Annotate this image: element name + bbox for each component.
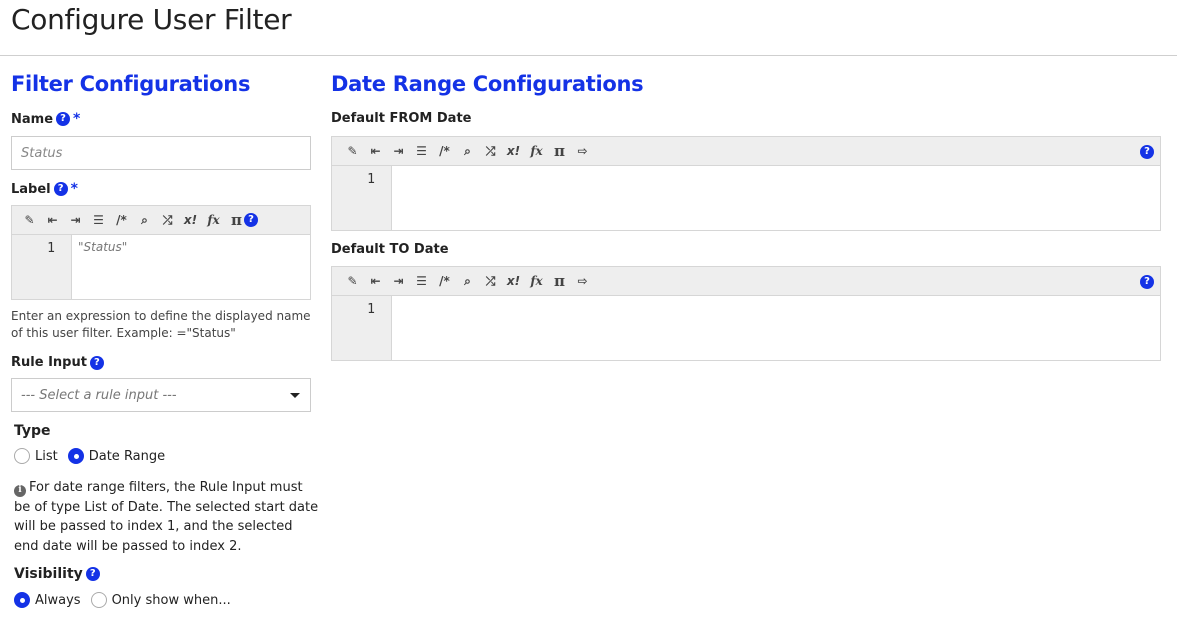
shuffle-icon[interactable]: ⤮ xyxy=(156,210,179,230)
type-option-list-label: List xyxy=(35,448,58,464)
exception-icon[interactable]: x! xyxy=(502,271,525,291)
radio-date-range[interactable] xyxy=(67,448,84,464)
editor-help-icon[interactable]: ? xyxy=(1140,275,1154,289)
date-range-configurations-heading: Date Range Configurations xyxy=(331,72,644,96)
visibility-option-always-label: Always xyxy=(35,592,81,608)
align-icon[interactable]: ☰ xyxy=(410,271,433,291)
comment-icon[interactable]: /* xyxy=(110,210,133,230)
exception-icon[interactable]: x! xyxy=(502,141,525,161)
type-option-list[interactable]: List xyxy=(14,448,58,464)
function-icon[interactable]: fx xyxy=(202,210,225,230)
visibility-label-text: Visibility xyxy=(14,566,83,582)
editor-toolbar: ✎ ⇤ ⇥ ☰ /* ⌕ ⤮ x! fx π ? xyxy=(12,206,310,235)
default-from-date-editor[interactable]: ✎ ⇤ ⇥ ☰ /* ⌕ ⤮ x! fx π ⇨ ? 1 xyxy=(331,136,1161,231)
default-to-date-editor[interactable]: ✎ ⇤ ⇥ ☰ /* ⌕ ⤮ x! fx π ⇨ ? 1 xyxy=(331,266,1161,361)
chevron-down-icon xyxy=(290,392,300,398)
rule-input-selected: --- Select a rule input --- xyxy=(21,387,177,403)
search-icon[interactable]: ⌕ xyxy=(456,141,479,161)
label-label-text: Label xyxy=(11,181,51,197)
constant-pi-icon[interactable]: π xyxy=(548,271,571,291)
rule-input-label: Rule Input ? xyxy=(11,355,104,370)
line-number: 1 xyxy=(332,296,392,360)
page-title: Configure User Filter xyxy=(11,3,292,36)
format-wand-icon[interactable]: ✎ xyxy=(18,210,41,230)
rule-input-dropdown[interactable]: --- Select a rule input --- xyxy=(11,378,311,412)
radio-always[interactable] xyxy=(14,592,30,608)
exception-icon[interactable]: x! xyxy=(179,210,202,230)
align-icon[interactable]: ☰ xyxy=(87,210,110,230)
indent-icon[interactable]: ⇥ xyxy=(387,141,410,161)
radio-only-show-when[interactable] xyxy=(90,592,107,608)
code-area[interactable]: "Status" xyxy=(72,235,310,299)
search-icon[interactable]: ⌕ xyxy=(133,210,156,230)
default-to-date-label: Default TO Date xyxy=(331,242,449,257)
type-info-message: i For date range filters, the Rule Input … xyxy=(14,478,319,556)
name-input[interactable] xyxy=(11,136,311,170)
indent-icon[interactable]: ⇥ xyxy=(387,271,410,291)
outdent-icon[interactable]: ⇤ xyxy=(41,210,64,230)
function-icon[interactable]: fx xyxy=(525,141,548,161)
help-icon[interactable]: ? xyxy=(89,355,104,370)
align-icon[interactable]: ☰ xyxy=(410,141,433,161)
function-icon[interactable]: fx xyxy=(525,271,548,291)
help-icon[interactable]: ? xyxy=(56,112,71,126)
visibility-option-only-show-when[interactable]: Only show when... xyxy=(90,592,231,608)
format-wand-icon[interactable]: ✎ xyxy=(341,141,364,161)
type-radio-group: List Date Range xyxy=(14,448,175,464)
shuffle-icon[interactable]: ⤮ xyxy=(479,141,502,161)
radio-list[interactable] xyxy=(14,448,30,464)
name-label-text: Name xyxy=(11,111,54,127)
editor-help-icon[interactable]: ? xyxy=(244,213,258,227)
search-icon[interactable]: ⌕ xyxy=(456,271,479,291)
line-number: 1 xyxy=(332,166,392,230)
rule-input-icon[interactable]: ⇨ xyxy=(571,271,594,291)
label-hint: Enter an expression to define the displa… xyxy=(11,309,311,340)
code-area[interactable] xyxy=(392,296,1160,360)
indent-icon[interactable]: ⇥ xyxy=(64,210,87,230)
label-label: Label ? * xyxy=(11,181,78,197)
comment-icon[interactable]: /* xyxy=(433,271,456,291)
visibility-radio-group: Always Only show when... xyxy=(14,592,241,608)
editor-toolbar: ✎ ⇤ ⇥ ☰ /* ⌕ ⤮ x! fx π ⇨ ? xyxy=(332,137,1160,166)
type-option-date-range-label: Date Range xyxy=(88,448,166,464)
shuffle-icon[interactable]: ⤮ xyxy=(479,271,502,291)
rule-input-label-text: Rule Input xyxy=(11,355,87,370)
name-label: Name ? * xyxy=(11,111,80,127)
outdent-icon[interactable]: ⇤ xyxy=(364,141,387,161)
info-icon: i xyxy=(14,484,26,497)
type-info-text: For date range filters, the Rule Input m… xyxy=(14,480,319,554)
editor-toolbar: ✎ ⇤ ⇥ ☰ /* ⌕ ⤮ x! fx π ⇨ ? xyxy=(332,267,1160,296)
editor-help-icon[interactable]: ? xyxy=(1140,145,1154,159)
type-label: Type xyxy=(14,423,51,439)
filter-configurations-heading: Filter Configurations xyxy=(11,72,251,96)
line-number: 1 xyxy=(12,235,72,299)
visibility-label: Visibility ? xyxy=(14,566,100,582)
help-icon[interactable]: ? xyxy=(85,567,100,581)
visibility-option-always[interactable]: Always xyxy=(14,592,81,608)
required-mark: * xyxy=(73,111,81,127)
outdent-icon[interactable]: ⇤ xyxy=(364,271,387,291)
label-expression-editor[interactable]: ✎ ⇤ ⇥ ☰ /* ⌕ ⤮ x! fx π ? 1 "Status" xyxy=(11,205,311,300)
format-wand-icon[interactable]: ✎ xyxy=(341,271,364,291)
help-icon[interactable]: ? xyxy=(53,182,68,196)
title-divider xyxy=(0,55,1177,56)
visibility-option-only-show-when-label: Only show when... xyxy=(111,592,231,608)
code-area[interactable] xyxy=(392,166,1160,230)
constant-pi-icon[interactable]: π xyxy=(548,141,571,161)
type-option-date-range[interactable]: Date Range xyxy=(67,448,166,464)
comment-icon[interactable]: /* xyxy=(433,141,456,161)
default-from-date-label: Default FROM Date xyxy=(331,111,472,126)
required-mark: * xyxy=(70,181,78,197)
rule-input-icon[interactable]: ⇨ xyxy=(571,141,594,161)
